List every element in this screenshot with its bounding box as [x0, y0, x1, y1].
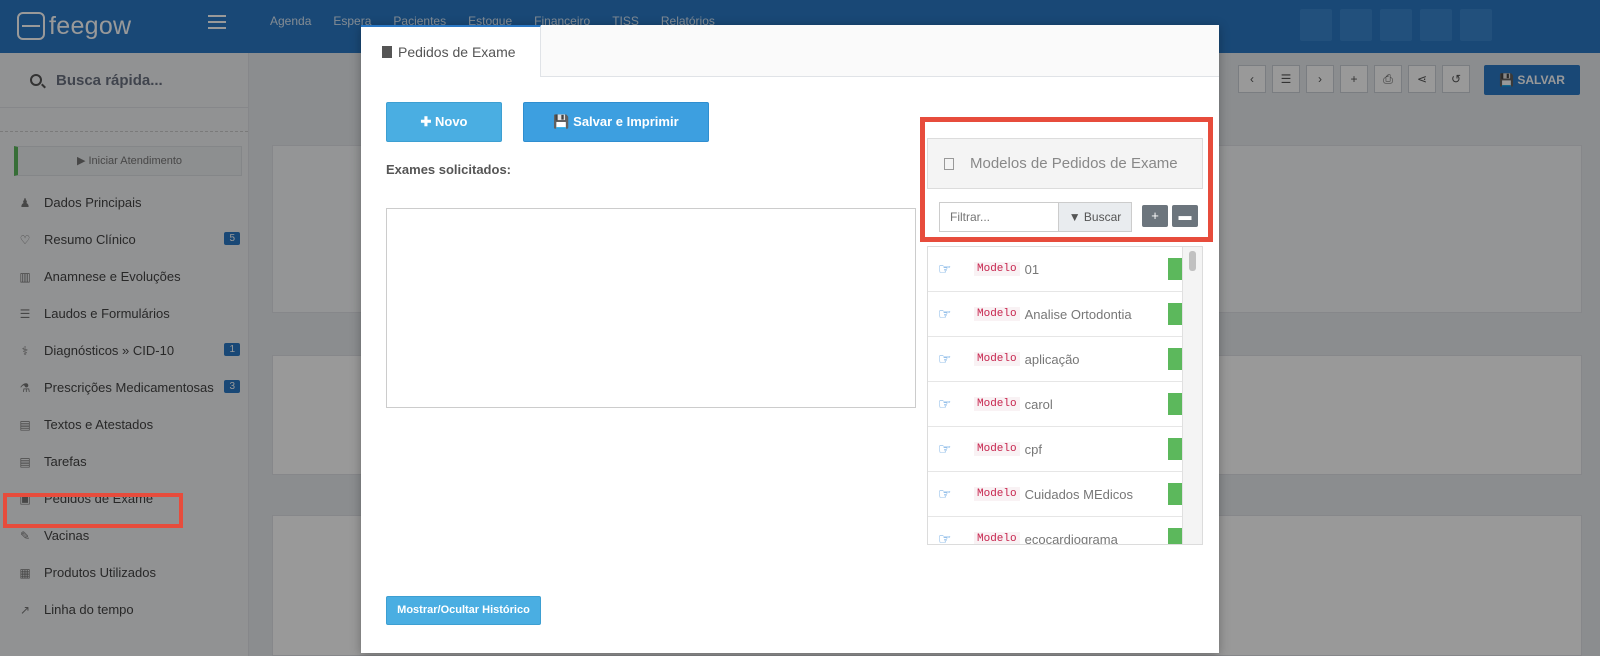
hand-pointer-icon[interactable]: ☞	[938, 260, 958, 278]
tab-pedidos-exame[interactable]: Pedidos de Exame	[361, 25, 541, 77]
list-item[interactable]: ☞ Modelo ecocardiograma	[928, 517, 1186, 545]
hand-pointer-icon[interactable]: ☞	[938, 530, 958, 544]
mostrar-ocultar-historico-button[interactable]: Mostrar/Ocultar Histórico	[386, 596, 541, 625]
list-item[interactable]: ☞ Modelo aplicação	[928, 337, 1186, 382]
list-item[interactable]: ☞ Modelo 01	[928, 247, 1186, 292]
salvar-imprimir-button[interactable]: 💾 Salvar e Imprimir	[523, 102, 709, 142]
modelo-tag: Modelo	[974, 442, 1020, 456]
file-icon	[382, 46, 392, 58]
list-item[interactable]: ☞ Modelo Cuidados MEdicos	[928, 472, 1186, 517]
model-name: aplicação	[1024, 351, 1080, 367]
modelos-list: ☞ Modelo 01 ☞ Modelo Analise Ortodontia ☞ Mod…	[927, 246, 1203, 545]
hand-pointer-icon[interactable]: ☞	[938, 395, 958, 413]
modelo-tag: Modelo	[974, 397, 1020, 411]
model-name: Cuidados MEdicos	[1024, 486, 1133, 502]
list-item[interactable]: ☞ Modelo cpf	[928, 427, 1186, 472]
modelo-tag: Modelo	[974, 487, 1020, 501]
model-name: cpf	[1024, 441, 1042, 457]
hand-pointer-icon[interactable]: ☞	[938, 485, 958, 503]
modelo-tag: Modelo	[974, 352, 1020, 366]
model-name: carol	[1024, 396, 1053, 412]
model-name: Analise Ortodontia	[1024, 306, 1132, 322]
modal-tabs: Pedidos de Exame	[361, 25, 1219, 77]
hand-pointer-icon[interactable]: ☞	[938, 350, 958, 368]
hand-pointer-icon[interactable]: ☞	[938, 305, 958, 323]
list-item[interactable]: ☞ Modelo carol	[928, 382, 1186, 427]
model-name: ecocardiograma	[1024, 531, 1118, 545]
model-name: 01	[1024, 261, 1040, 277]
tab-label: Pedidos de Exame	[398, 44, 516, 60]
list-item[interactable]: ☞ Modelo Analise Ortodontia	[928, 292, 1186, 337]
exames-solicitados-label: Exames solicitados:	[386, 162, 511, 177]
novo-button[interactable]: ✚ Novo	[386, 102, 502, 142]
modelo-tag: Modelo	[974, 307, 1020, 321]
exames-textarea[interactable]	[386, 208, 916, 408]
hand-pointer-icon[interactable]: ☞	[938, 440, 958, 458]
highlight-box-sidebar	[3, 493, 183, 528]
modelo-tag: Modelo	[974, 532, 1020, 544]
scrollbar-thumb[interactable]	[1189, 251, 1196, 271]
highlight-box-models	[920, 117, 1213, 242]
modelo-tag: Modelo	[974, 262, 1020, 276]
scrollbar[interactable]	[1182, 247, 1202, 544]
